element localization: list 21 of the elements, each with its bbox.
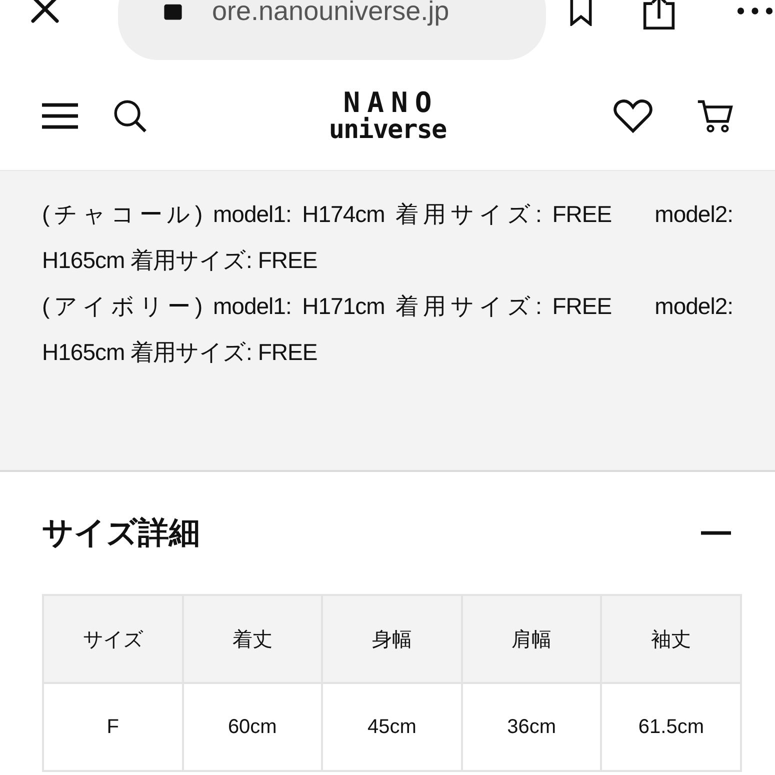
logo[interactable]: NANO universe bbox=[328, 89, 446, 143]
table-cell: 60cm bbox=[182, 683, 322, 771]
heart-icon[interactable] bbox=[612, 98, 653, 134]
url-text: ore.nanouniverse.jp bbox=[212, 0, 450, 27]
table-cell: 36cm bbox=[462, 683, 602, 771]
table-cell: 61.5cm bbox=[601, 683, 741, 771]
column-header: サイズ bbox=[43, 595, 183, 683]
lock-icon bbox=[162, 2, 184, 20]
column-header: 肩幅 bbox=[462, 595, 602, 683]
close-icon[interactable] bbox=[30, 0, 60, 24]
column-header: 身幅 bbox=[322, 595, 462, 683]
section-title: サイズ詳細 bbox=[42, 514, 200, 552]
column-header: 袖丈 bbox=[601, 595, 741, 683]
share-icon[interactable] bbox=[642, 0, 676, 30]
model-note: (チャコール) model1: H174cm 着用サイズ: FREE model2: H165cm 着用サイズ: FREE bbox=[42, 200, 733, 275]
model-note: (アイボリー) model1: H171cm 着用サイズ: FREE model2: H165cm 着用サイズ: FREE bbox=[42, 292, 733, 367]
table-cell: 45cm bbox=[322, 683, 462, 771]
address-bar[interactable]: ore.nanouniverse.jp bbox=[118, 0, 546, 60]
more-icon[interactable] bbox=[736, 6, 774, 16]
table-cell: F bbox=[43, 683, 183, 771]
column-header: 着丈 bbox=[182, 595, 322, 683]
